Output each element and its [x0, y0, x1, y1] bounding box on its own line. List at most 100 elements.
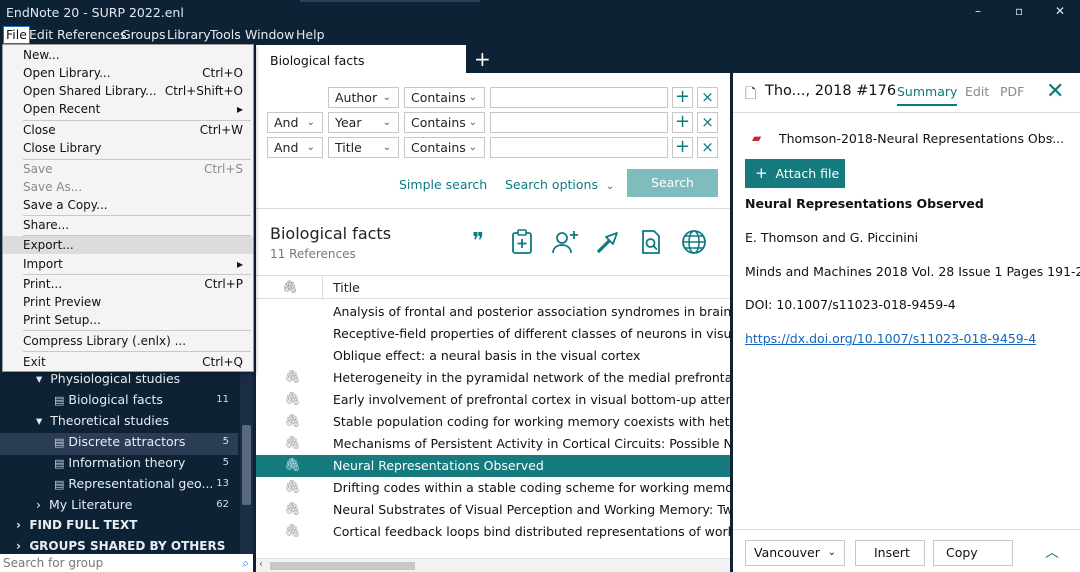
menu-item-save-as[interactable]: Save As...: [3, 178, 253, 196]
tab-pdf[interactable]: PDF: [1000, 84, 1024, 99]
restore-icon[interactable]: ▫: [1015, 4, 1023, 18]
horizontal-scroll-thumb[interactable]: [270, 562, 415, 570]
attach-file-button[interactable]: + Attach file: [745, 159, 845, 188]
expand-icon[interactable]: ›: [16, 518, 21, 532]
search-options-dropdown[interactable]: Search options ⌄: [505, 177, 614, 192]
search-icon[interactable]: ⌕: [242, 554, 249, 572]
sidebar-item-biological-facts[interactable]: ▤ Biological facts 11: [54, 389, 239, 410]
add-tab-icon[interactable]: +: [474, 47, 491, 71]
menu-item-open-library[interactable]: Open Library... Ctrl+O: [3, 64, 253, 82]
remove-row-icon[interactable]: ×: [697, 87, 718, 108]
menu-file[interactable]: File: [3, 26, 30, 44]
simple-search-link[interactable]: Simple search: [399, 177, 487, 192]
search-field-select-3[interactable]: Title ⌄: [328, 137, 399, 158]
search-op-select-1[interactable]: Contains ⌄: [404, 87, 485, 108]
pdf-attachment-name[interactable]: Thomson-2018-Neural Representations Obs.…: [779, 131, 1064, 146]
expand-icon[interactable]: ▾: [36, 413, 42, 428]
menu-item-import[interactable]: Import ▸: [3, 255, 253, 273]
table-row[interactable]: 🖇 Mechanisms of Persistent Activity in Co…: [256, 433, 730, 455]
sidebar-item-my-literature[interactable]: › My Literature 62: [36, 494, 239, 515]
horizontal-scrollbar[interactable]: ‹: [256, 558, 730, 572]
menu-item-new[interactable]: New...: [3, 46, 253, 64]
search-text-input-1[interactable]: [490, 87, 668, 108]
expand-icon[interactable]: ›: [36, 497, 41, 512]
table-row[interactable]: 🖇 Heterogeneity in the pyramidal network …: [256, 367, 730, 389]
tab-biological-facts[interactable]: Biological facts: [256, 45, 466, 73]
search-button[interactable]: Search: [627, 169, 718, 197]
table-row[interactable]: Oblique effect: a neural basis in the vi…: [256, 345, 730, 367]
tab-summary[interactable]: Summary: [897, 84, 958, 106]
menu-item-exit[interactable]: Exit Ctrl+Q: [3, 353, 253, 371]
sidebar-item-discrete-attractors[interactable]: ▤ Discrete attractors 5: [54, 431, 239, 452]
search-text-input-2[interactable]: [490, 112, 668, 133]
sidebar-find-full-text[interactable]: › FIND FULL TEXT: [16, 515, 137, 536]
menu-item-print-preview[interactable]: Print Preview: [3, 293, 253, 311]
table-row[interactable]: 🖇 Stable population coding for working me…: [256, 411, 730, 433]
remove-row-icon[interactable]: ×: [697, 112, 718, 133]
add-row-icon[interactable]: +: [672, 112, 693, 133]
search-bool-select-3[interactable]: And ⌄: [267, 137, 323, 158]
expand-icon[interactable]: ▾: [36, 371, 42, 386]
quote-icon[interactable]: ❞: [464, 229, 492, 257]
group-search-input[interactable]: Search for group ⌕: [0, 554, 253, 572]
menu-item-print[interactable]: Print... Ctrl+P: [3, 275, 253, 293]
globe-icon[interactable]: [680, 229, 708, 257]
menu-item-close[interactable]: Close Ctrl+W: [3, 121, 253, 139]
search-field-select-1[interactable]: Author ⌄: [328, 87, 399, 108]
chevron-down-icon[interactable]: ⌄: [1047, 129, 1056, 142]
close-window-icon[interactable]: ✕: [1055, 4, 1065, 18]
menu-item-export[interactable]: Export...: [3, 236, 253, 254]
tab-edit[interactable]: Edit: [965, 84, 989, 99]
sidebar-scroll-thumb[interactable]: [242, 425, 251, 505]
table-row[interactable]: 🖇 Cortical feedback loops bind distribute…: [256, 521, 730, 543]
search-op-select-2[interactable]: Contains ⌄: [404, 112, 485, 133]
expand-icon[interactable]: ›: [16, 539, 21, 553]
menu-item-close-library[interactable]: Close Library: [3, 139, 253, 157]
table-row[interactable]: Analysis of frontal and posterior associ…: [256, 301, 730, 323]
sidebar-item-information-theory[interactable]: ▤ Information theory 5: [54, 452, 239, 473]
close-icon[interactable]: ✕: [1046, 79, 1064, 104]
menu-help[interactable]: Help: [296, 27, 325, 42]
share-arrow-icon[interactable]: [594, 229, 622, 257]
search-bool-select-2[interactable]: And ⌄: [267, 112, 323, 133]
menu-tools[interactable]: Tools: [210, 27, 241, 42]
menu-item-open-shared[interactable]: Open Shared Library... Ctrl+Shift+O: [3, 82, 253, 100]
sidebar-item-theoretical[interactable]: ▾ Theoretical studies: [36, 410, 236, 431]
add-row-icon[interactable]: +: [672, 87, 693, 108]
title-column-header[interactable]: Title: [333, 280, 360, 295]
menu-separator: [23, 351, 251, 352]
menu-edit[interactable]: Edit: [29, 27, 53, 42]
reference-title: Neural Representations Observed: [745, 196, 984, 211]
chevron-up-icon[interactable]: ︿: [1045, 542, 1059, 562]
menu-item-share[interactable]: Share...: [3, 216, 253, 234]
find-pdf-icon[interactable]: [637, 229, 665, 257]
search-op-select-3[interactable]: Contains ⌄: [404, 137, 485, 158]
table-row[interactable]: Receptive-field properties of different …: [256, 323, 730, 345]
add-user-icon[interactable]: [551, 229, 579, 257]
clipboard-add-icon[interactable]: [508, 229, 536, 257]
table-row[interactable]: 🖇 Drifting codes within a stable coding s…: [256, 477, 730, 499]
sidebar-item-representational[interactable]: ▤ Representational geo... 13: [54, 473, 239, 494]
copy-button[interactable]: Copy: [933, 540, 1013, 566]
remove-row-icon[interactable]: ×: [697, 137, 718, 158]
menu-item-save-copy[interactable]: Save a Copy...: [3, 196, 253, 214]
menu-item-save[interactable]: Save Ctrl+S: [3, 160, 253, 178]
menu-item-open-recent[interactable]: Open Recent ▸: [3, 100, 253, 118]
reference-url-link[interactable]: https://dx.doi.org/10.1007/s11023-018-94…: [745, 331, 1036, 346]
menu-item-compress[interactable]: Compress Library (.enlx) ...: [3, 332, 253, 350]
table-row[interactable]: 🖇 Neural Substrates of Visual Perception …: [256, 499, 730, 521]
insert-button[interactable]: Insert: [855, 540, 925, 566]
table-row[interactable]: 🖇 Early involvement of prefrontal cortex …: [256, 389, 730, 411]
add-row-icon[interactable]: +: [672, 137, 693, 158]
search-text-input-3[interactable]: [490, 137, 668, 158]
menu-item-print-setup[interactable]: Print Setup...: [3, 311, 253, 329]
menu-library[interactable]: Library: [167, 27, 211, 42]
attachment-column-icon[interactable]: 🖇: [282, 279, 298, 295]
citation-style-select[interactable]: Vancouver ⌄: [745, 540, 845, 566]
search-field-select-2[interactable]: Year ⌄: [328, 112, 399, 133]
table-row-selected[interactable]: 🖇 Neural Representations Observed: [256, 455, 730, 477]
menu-window[interactable]: Window: [245, 27, 294, 42]
menu-groups[interactable]: Groups: [121, 27, 166, 42]
minimize-icon[interactable]: –: [975, 4, 981, 18]
menu-references[interactable]: References: [57, 27, 126, 42]
